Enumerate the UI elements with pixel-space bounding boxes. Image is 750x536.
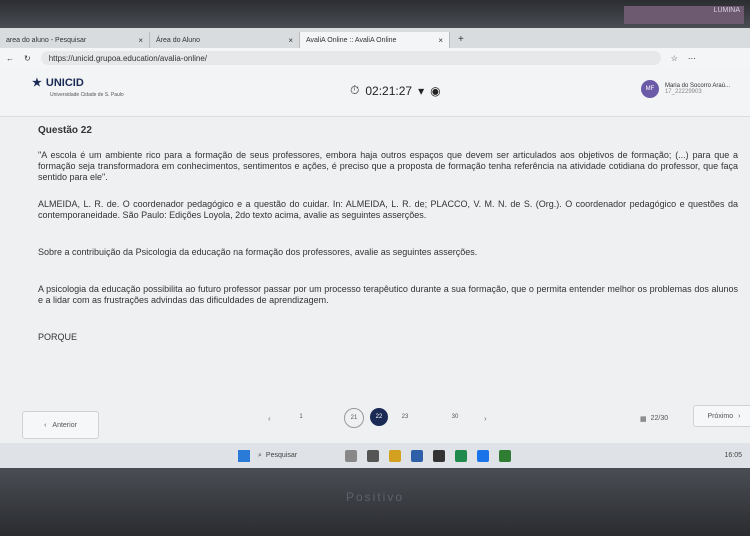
screen: area do aluno - Pesquisar × Área do Aluno… bbox=[0, 28, 750, 468]
logo: ★ UNICID bbox=[32, 76, 84, 90]
taskbar-search[interactable]: ⌕ Pesquisar bbox=[258, 449, 340, 463]
close-icon[interactable]: × bbox=[288, 36, 293, 45]
chevron-right-icon[interactable]: › bbox=[484, 414, 487, 423]
previous-button[interactable]: ‹ Anterior bbox=[22, 411, 99, 439]
page-number[interactable]: 30 bbox=[446, 408, 464, 426]
user-id: 17_22229903 bbox=[664, 89, 702, 95]
next-button[interactable]: Próximo › bbox=[693, 405, 750, 427]
app-icon[interactable] bbox=[345, 449, 357, 462]
search-icon: ⌕ bbox=[258, 451, 262, 459]
laptop-bezel-top: LUMINA bbox=[0, 0, 750, 28]
app-icon[interactable] bbox=[433, 449, 445, 462]
favorite-icon[interactable]: ☆ bbox=[671, 54, 678, 63]
bezel-brand: Positivo bbox=[345, 490, 405, 504]
tab-label: area do aluno - Pesquisar bbox=[6, 36, 87, 44]
progress-indicator: ▦ 22/30 bbox=[640, 415, 668, 423]
logo-text: UNICID bbox=[45, 76, 84, 89]
app-header: ★ UNICID Universidade Cidade de S. Paulo… bbox=[0, 68, 750, 117]
address-bar: ← ↻ https://unicid.grupoa.education/aval… bbox=[0, 48, 750, 68]
browser-tabbar: area do aluno - Pesquisar × Área do Aluno… bbox=[0, 28, 750, 48]
question-prompt: Sobre a contribuição da Psicologia da ed… bbox=[38, 247, 478, 257]
back-icon[interactable]: ← bbox=[6, 54, 14, 63]
avatar: MF bbox=[640, 80, 659, 98]
assertion-connector: PORQUE bbox=[38, 332, 78, 342]
browser-tab[interactable]: Área do Aluno × bbox=[150, 32, 300, 48]
new-tab-icon[interactable]: + bbox=[458, 34, 464, 45]
exam-timer: ⏱ 02:21:27 ▾ ◉ bbox=[350, 83, 441, 98]
app-icon[interactable] bbox=[389, 449, 401, 462]
previous-label: Anterior bbox=[52, 421, 77, 429]
assertion-1: A psicologia da educação possibilita ao … bbox=[38, 284, 738, 305]
progress-text: 22/30 bbox=[650, 415, 669, 422]
user-info[interactable]: MF Maria do Socorro Araú... 17_22229903 bbox=[640, 80, 730, 98]
question-content: Questão 22 "A escola é um ambiente rico … bbox=[0, 117, 738, 343]
taskbar: ⌕ Pesquisar 16:05 bbox=[0, 443, 750, 468]
reload-icon[interactable]: ↻ bbox=[24, 54, 31, 63]
question-quote: "A escola é um ambiente rico para a form… bbox=[38, 150, 738, 182]
browser-tab[interactable]: area do aluno - Pesquisar × bbox=[0, 32, 150, 48]
page-number-current[interactable]: 22 bbox=[370, 408, 388, 426]
star-logo-icon: ★ bbox=[32, 77, 42, 89]
chevron-down-icon[interactable]: ▾ bbox=[418, 84, 424, 98]
app-icon[interactable] bbox=[477, 449, 489, 462]
tab-label: AvaliA Online :: AvaliA Online bbox=[306, 36, 397, 44]
sticker: LUMINA bbox=[624, 6, 744, 24]
grid-icon: ▦ bbox=[640, 416, 647, 423]
timer-value: 02:21:27 bbox=[365, 83, 413, 98]
clock-icon: ⏱ bbox=[350, 83, 360, 97]
pagination: ‹ Anterior ‹ 1 21 22 23 30 › ▦ 22/30 Pró… bbox=[0, 401, 750, 441]
eye-icon[interactable]: ◉ bbox=[430, 84, 440, 98]
app-icon[interactable] bbox=[455, 449, 467, 462]
clock-time: 16:05 bbox=[724, 452, 742, 459]
chevron-left-icon[interactable]: ‹ bbox=[268, 414, 271, 423]
page-number[interactable]: 21 bbox=[344, 408, 364, 428]
page-number[interactable]: 23 bbox=[396, 408, 414, 426]
logo-subtitle: Universidade Cidade de S. Paulo bbox=[50, 92, 124, 98]
browser-tab-active[interactable]: AvaliA Online :: AvaliA Online × bbox=[300, 32, 450, 48]
url-field[interactable]: https://unicid.grupoa.education/avalia-o… bbox=[40, 51, 661, 65]
tab-label: Área do Aluno bbox=[156, 36, 200, 44]
laptop-bezel-bottom: Positivo bbox=[0, 468, 750, 536]
question-title: Questão 22 bbox=[38, 125, 92, 136]
search-placeholder: Pesquisar bbox=[265, 452, 298, 459]
app-icon[interactable] bbox=[499, 449, 511, 462]
chevron-left-icon: ‹ bbox=[44, 421, 47, 429]
app-icon[interactable] bbox=[367, 449, 379, 462]
page-number[interactable]: 1 bbox=[292, 408, 310, 426]
app-icon[interactable] bbox=[411, 449, 423, 462]
chevron-right-icon: › bbox=[738, 412, 741, 420]
windows-start-icon[interactable] bbox=[238, 449, 250, 462]
menu-icon[interactable]: ⋯ bbox=[688, 54, 696, 63]
close-icon[interactable]: × bbox=[438, 36, 443, 45]
next-label: Próximo bbox=[707, 412, 734, 420]
url-text: https://unicid.grupoa.education/avalia-o… bbox=[48, 53, 208, 63]
close-icon[interactable]: × bbox=[138, 36, 143, 45]
question-reference: ALMEIDA, L. R. de. O coordenador pedagóg… bbox=[38, 199, 738, 220]
